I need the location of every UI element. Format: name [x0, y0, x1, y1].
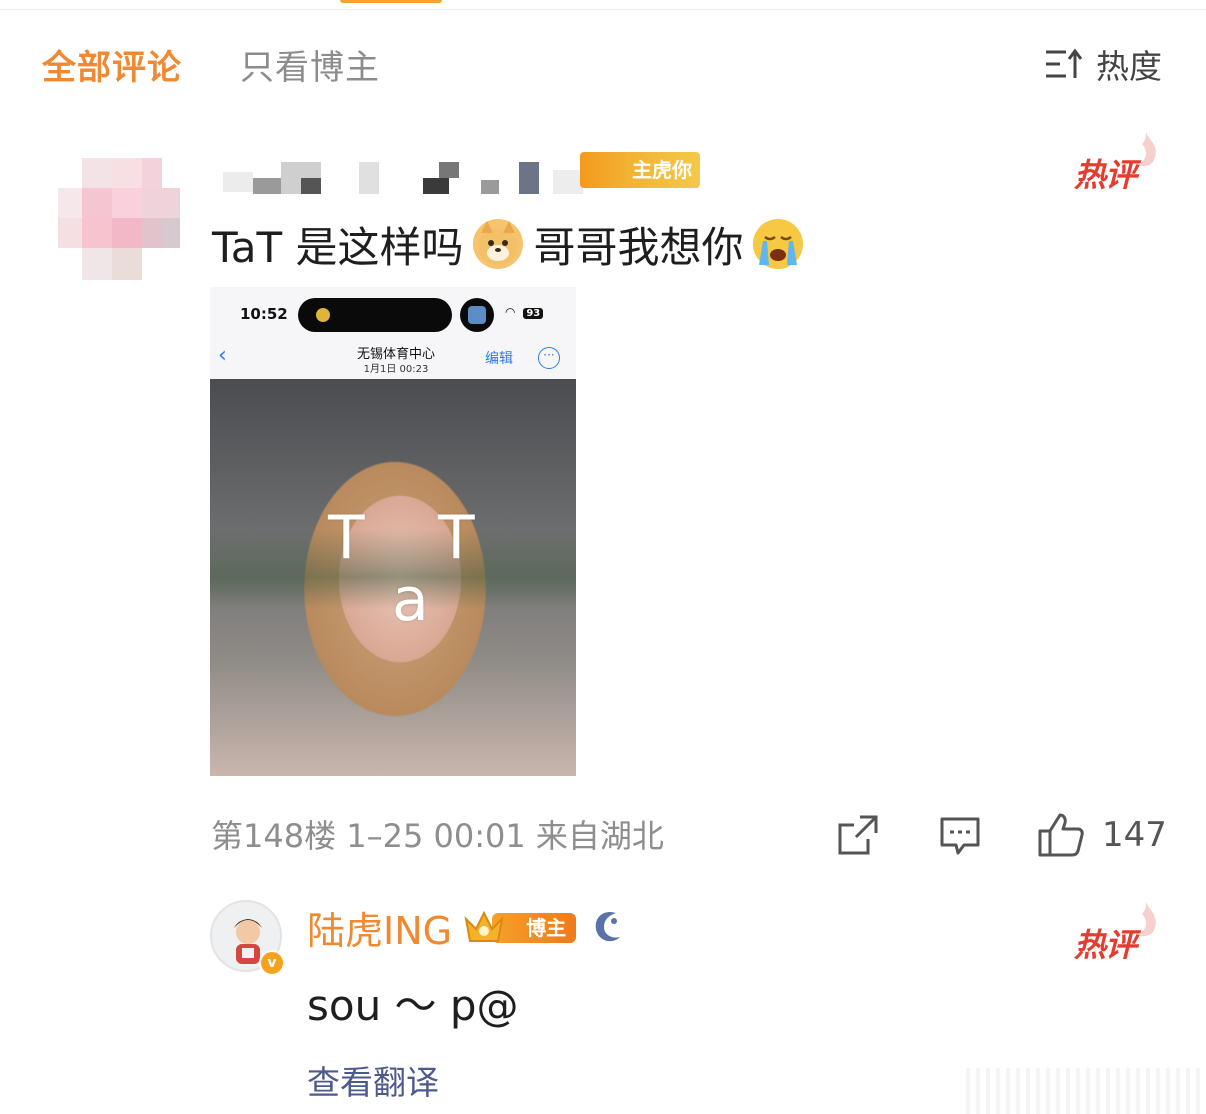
- phone-status: ◠ 93: [505, 305, 544, 319]
- like-count: 147: [1102, 815, 1167, 855]
- comment-text-part1: TaT 是这样吗: [212, 222, 464, 272]
- hot-reply-label: 热评: [1074, 926, 1137, 964]
- sort-lines-icon: [1046, 48, 1083, 78]
- avatar[interactable]: [58, 158, 180, 280]
- camera-app-icon: [468, 306, 486, 324]
- share-icon[interactable]: [836, 813, 880, 857]
- overlay-letter-t1: T: [328, 503, 365, 573]
- comment-image[interactable]: 10:52 ◠ 93 ‹ 无锡体育中心 1月1日 00:23 编辑 ··· T …: [210, 287, 576, 776]
- comment-meta: 第148楼 1–25 00:01 来自湖北: [211, 817, 664, 855]
- author-badge: 博主: [462, 907, 578, 947]
- tab-author-only[interactable]: 只看博主: [240, 40, 380, 89]
- hot-comment-badge: 热评: [1074, 132, 1156, 194]
- hot-reply-badge: 热评: [1074, 902, 1156, 964]
- translate-link[interactable]: 查看翻译: [307, 1056, 439, 1104]
- flame-icon: [1138, 132, 1156, 167]
- comment-icon[interactable]: [938, 813, 982, 857]
- author-name-row: 陆虎ING 博主: [307, 900, 624, 955]
- photo-date: 1月1日 00:23: [363, 364, 429, 375]
- tab-indicator: [340, 0, 442, 3]
- app-icon: [460, 298, 494, 332]
- dog-emoji-icon: [473, 219, 524, 269]
- tab-all-comments[interactable]: 全部评论: [42, 40, 182, 89]
- verified-badge: v: [259, 950, 285, 976]
- fan-badge: 主虎你: [580, 152, 700, 188]
- sort-button[interactable]: 热度: [1044, 40, 1162, 88]
- comment-tabs: 全部评论 只看博主: [42, 40, 438, 88]
- thumbs-up-icon: [1038, 813, 1084, 857]
- reply-text: sou ～ p@: [307, 981, 519, 1030]
- comment-text: TaT 是这样吗 哥哥我想你: [212, 214, 813, 274]
- back-chevron-icon: ‹: [218, 343, 227, 368]
- overlay-letter-a: a: [392, 565, 429, 635]
- watermark-strip: [966, 1068, 1206, 1114]
- hot-comment-label: 热评: [1074, 156, 1137, 194]
- wifi-icon: ◠: [505, 305, 516, 319]
- sort-label: 热度: [1096, 47, 1162, 86]
- battery-icon: 93: [523, 308, 544, 319]
- phone-time: 10:52: [240, 305, 288, 323]
- phone-header: 10:52 ◠ 93 ‹ 无锡体育中心 1月1日 00:23 编辑 ···: [210, 287, 576, 379]
- member-icon: [595, 911, 621, 942]
- author-username[interactable]: 陆虎ING: [307, 900, 452, 955]
- crying-emoji-icon: [753, 219, 804, 269]
- top-divider: [0, 0, 1206, 10]
- crown-icon: [464, 910, 504, 942]
- dynamic-island: [298, 298, 452, 332]
- activity-icon: [316, 308, 330, 322]
- flame-icon: [1138, 902, 1156, 937]
- like-button[interactable]: 147: [1036, 810, 1167, 860]
- more-icon: ···: [538, 347, 560, 369]
- action-bar: [836, 810, 880, 860]
- selfie-photo: T a T: [210, 379, 576, 776]
- reply-action: [938, 810, 982, 860]
- comment-text-part2: 哥哥我想你: [533, 222, 744, 272]
- photo-edit-label: 编辑: [485, 351, 513, 367]
- overlay-letter-t2: T: [438, 503, 475, 573]
